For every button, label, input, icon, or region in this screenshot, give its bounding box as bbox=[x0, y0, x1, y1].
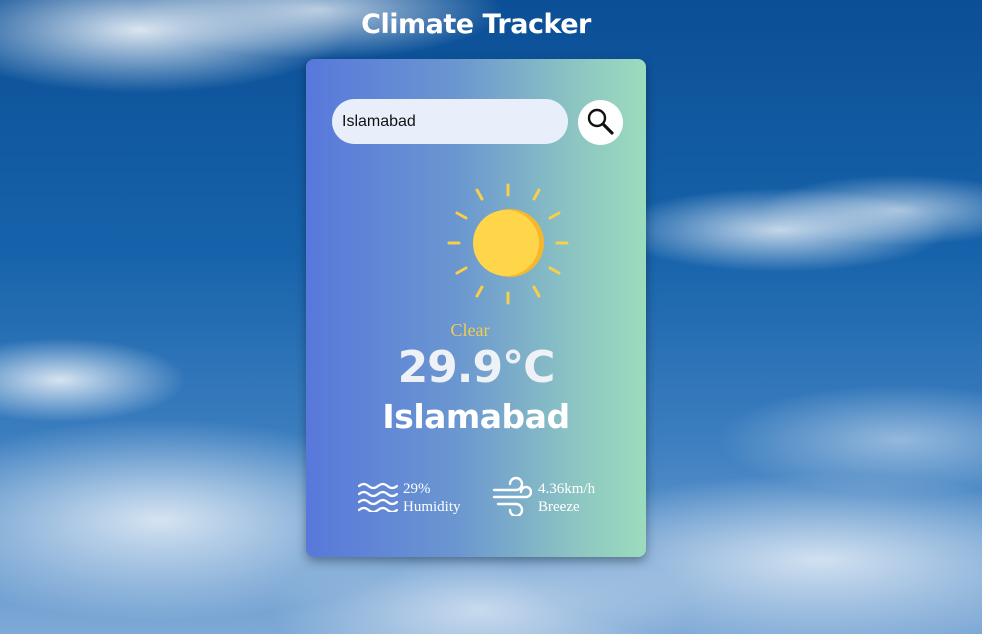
humidity-value: 29% bbox=[403, 481, 431, 497]
wind-text: 4.36km/h Breeze bbox=[538, 480, 595, 516]
wind-label: Breeze bbox=[538, 499, 580, 515]
search-button[interactable] bbox=[578, 100, 623, 145]
weather-condition: Clear bbox=[306, 320, 646, 341]
wind-icon bbox=[492, 476, 532, 516]
weather-card: Clear 29.9°C Islamabad 29% Humidity 4.3 bbox=[306, 59, 646, 557]
app-title: Climate Tracker bbox=[361, 9, 591, 40]
humidity-label: Humidity bbox=[403, 499, 461, 515]
temperature-value: 29.9°C bbox=[397, 342, 556, 393]
sun-icon bbox=[447, 183, 569, 305]
humidity-text: 29% Humidity bbox=[403, 480, 461, 516]
search-icon bbox=[587, 108, 614, 135]
city-name: Islamabad bbox=[382, 397, 570, 436]
condition-text: Clear bbox=[450, 320, 490, 340]
wind-value: 4.36km/h bbox=[538, 481, 596, 497]
city-search-input[interactable] bbox=[332, 99, 568, 144]
waves-icon bbox=[358, 482, 398, 512]
